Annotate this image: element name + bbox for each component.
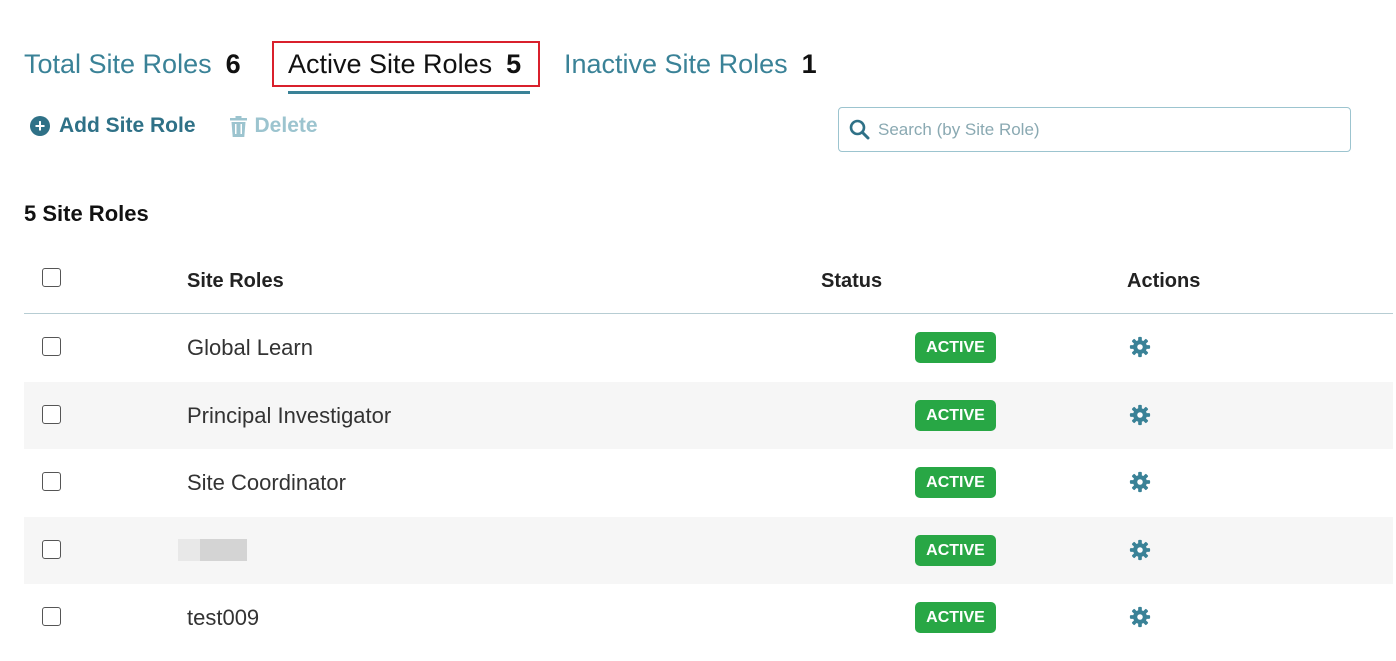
table-row: Site Coordinator ACTIVE: [24, 449, 1393, 517]
tab-count: 1: [801, 48, 817, 79]
column-header-status[interactable]: Status: [821, 270, 882, 293]
table-row: test009 ACTIVE: [24, 584, 1393, 652]
add-site-role-label: Add Site Role: [59, 114, 196, 137]
gear-icon[interactable]: [1129, 336, 1151, 358]
row-checkbox[interactable]: [42, 337, 61, 356]
tab-label: Total Site Roles: [24, 48, 212, 79]
status-badge: ACTIVE: [915, 467, 996, 498]
tab-inactive-site-roles[interactable]: Inactive Site Roles 1: [564, 38, 817, 90]
search-input[interactable]: [878, 119, 1318, 140]
gear-icon[interactable]: [1129, 606, 1151, 628]
column-header-site-roles[interactable]: Site Roles: [187, 270, 284, 293]
search-box: [838, 107, 1351, 152]
trash-icon: [229, 115, 247, 137]
site-role-name: Global Learn: [187, 335, 313, 360]
tab-total-site-roles[interactable]: Total Site Roles 6: [24, 38, 272, 90]
tab-count: 5: [506, 48, 522, 79]
tab-active-site-roles[interactable]: Active Site Roles 5: [272, 41, 540, 94]
table-header: Site Roles Status Actions: [24, 246, 1393, 314]
site-roles-count-title: 5 Site Roles: [24, 201, 149, 226]
status-badge: ACTIVE: [915, 534, 996, 566]
site-role-name: Site Coordinator: [187, 470, 346, 495]
gear-icon[interactable]: [1129, 471, 1151, 493]
tab-label: Active Site Roles: [288, 48, 493, 79]
table-row: Principal Investigator ACTIVE: [24, 381, 1393, 449]
select-all-checkbox[interactable]: [42, 268, 61, 287]
gear-icon[interactable]: [1129, 404, 1151, 426]
table-row: Global Learn ACTIVE: [24, 314, 1393, 382]
gear-icon[interactable]: [1129, 539, 1151, 561]
row-checkbox[interactable]: [42, 472, 61, 491]
toolbar: + Add Site Role Delete: [30, 114, 318, 138]
table-row: ACTIVE: [24, 516, 1393, 584]
row-checkbox[interactable]: [42, 539, 61, 559]
site-role-name: Principal Investigator: [187, 402, 392, 428]
add-site-role-button[interactable]: + Add Site Role: [30, 114, 196, 138]
tab-label: Inactive Site Roles: [564, 48, 788, 79]
delete-label: Delete: [254, 114, 318, 137]
search-icon: [849, 119, 870, 140]
column-header-actions: Actions: [1127, 270, 1201, 292]
site-role-tabs: Total Site Roles 6 Active Site Roles 5 I…: [24, 36, 817, 94]
row-checkbox[interactable]: [42, 404, 61, 424]
tab-count: 6: [225, 48, 241, 79]
delete-button[interactable]: Delete: [229, 114, 318, 138]
site-role-name: test009: [187, 605, 260, 630]
status-badge: ACTIVE: [915, 602, 996, 633]
plus-circle-icon: +: [30, 116, 50, 136]
status-badge: ACTIVE: [915, 332, 996, 363]
redacted-site-role-name: [178, 538, 247, 561]
site-roles-table: Site Roles Status Actions Global Learn A…: [24, 246, 1393, 652]
row-checkbox[interactable]: [42, 607, 61, 626]
status-badge: ACTIVE: [915, 399, 996, 431]
